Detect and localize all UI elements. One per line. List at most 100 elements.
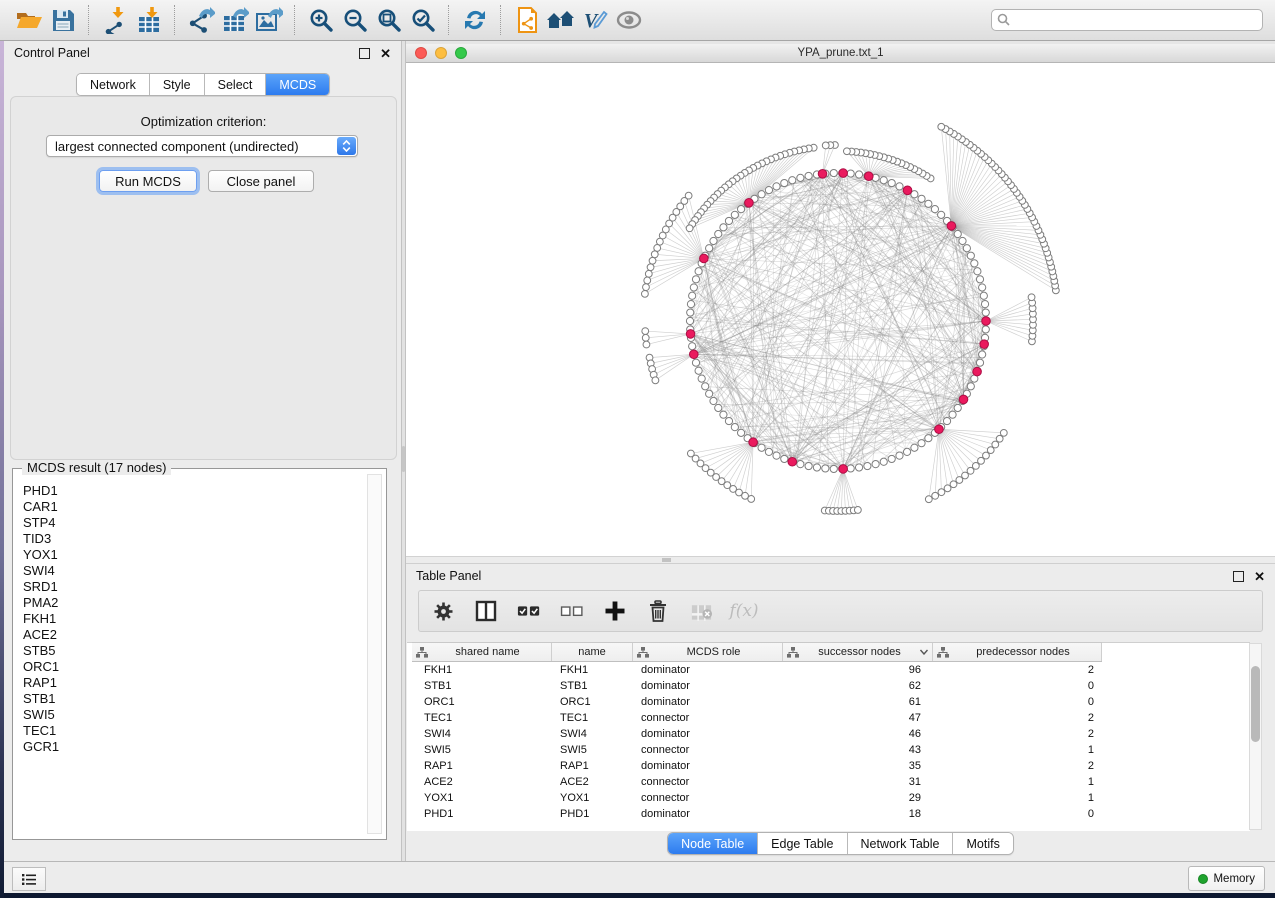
zoom-fit-icon[interactable]	[372, 4, 406, 36]
horizontal-splitter-handle[interactable]	[662, 558, 671, 562]
open-icon[interactable]	[12, 4, 46, 36]
mcds-result-item[interactable]: RAP1	[23, 675, 366, 691]
graph-node[interactable]	[903, 448, 910, 455]
table-row[interactable]: SWI4SWI4dominator462	[412, 726, 1102, 742]
first-neighbors-icon[interactable]	[544, 4, 578, 36]
mcds-result-item[interactable]: STB5	[23, 643, 366, 659]
graph-node[interactable]	[773, 452, 780, 459]
deselect-all-icon[interactable]	[560, 599, 584, 623]
add-column-icon[interactable]	[603, 599, 627, 623]
graph-node[interactable]	[720, 411, 727, 418]
table-tab-network-table[interactable]: Network Table	[848, 833, 954, 854]
graph-node[interactable]	[931, 206, 938, 213]
graph-node[interactable]	[781, 179, 788, 186]
graph-leaf-node[interactable]	[1028, 294, 1035, 301]
horizontal-splitter[interactable]	[406, 556, 1275, 564]
graph-node[interactable]	[967, 383, 974, 390]
graph-node[interactable]	[706, 390, 713, 397]
criterion-dropdown[interactable]: largest connected component (undirected)	[46, 135, 358, 157]
graph-hub-node[interactable]	[864, 172, 873, 181]
graph-node[interactable]	[949, 411, 956, 418]
table-scrollbar[interactable]	[1249, 643, 1262, 830]
graph-node[interactable]	[864, 462, 871, 469]
graph-node[interactable]	[971, 260, 978, 267]
graph-hub-node[interactable]	[935, 425, 944, 434]
table-tab-motifs[interactable]: Motifs	[953, 833, 1012, 854]
graph-node[interactable]	[918, 195, 925, 202]
mcds-result-item[interactable]: SRD1	[23, 579, 366, 595]
graph-node[interactable]	[695, 268, 702, 275]
annotations-icon[interactable]: V	[578, 4, 612, 36]
graph-leaf-node[interactable]	[686, 225, 693, 232]
window-zoom-icon[interactable]	[455, 47, 467, 59]
graph-node[interactable]	[982, 326, 989, 333]
graph-node[interactable]	[896, 183, 903, 190]
graph-node[interactable]	[695, 367, 702, 374]
save-icon[interactable]	[46, 4, 80, 36]
graph-node[interactable]	[689, 292, 696, 299]
graph-node[interactable]	[731, 211, 738, 218]
graph-node[interactable]	[980, 292, 987, 299]
table-row[interactable]: RAP1RAP1dominator352	[412, 758, 1102, 774]
table-tab-node-table[interactable]: Node Table	[668, 833, 758, 854]
graph-node[interactable]	[830, 465, 837, 472]
export-network-icon[interactable]	[184, 4, 218, 36]
graph-node[interactable]	[974, 268, 981, 275]
mcds-result-item[interactable]: STP4	[23, 515, 366, 531]
mcds-result-item[interactable]: TID3	[23, 531, 366, 547]
select-all-icon[interactable]	[517, 599, 541, 623]
graph-node[interactable]	[710, 237, 717, 244]
table-row[interactable]: ACE2ACE2connector311	[412, 774, 1102, 790]
table-row[interactable]: ORC1ORC1dominator610	[412, 694, 1102, 710]
graph-node[interactable]	[781, 455, 788, 462]
graph-leaf-node[interactable]	[925, 496, 932, 503]
task-history-button[interactable]	[12, 867, 46, 891]
delete-icon[interactable]	[646, 599, 670, 623]
graph-leaf-node[interactable]	[642, 328, 649, 335]
graph-leaf-node[interactable]	[843, 148, 850, 155]
show-hide-icon[interactable]	[612, 4, 646, 36]
graph-leaf-node[interactable]	[854, 507, 861, 514]
tab-mcds[interactable]: MCDS	[266, 74, 329, 95]
mcds-result-item[interactable]: STB1	[23, 691, 366, 707]
show-columns-icon[interactable]	[474, 599, 498, 623]
graph-hub-node[interactable]	[788, 457, 797, 466]
table-row[interactable]: STB1STB1dominator620	[412, 678, 1102, 694]
import-table-icon[interactable]	[132, 4, 166, 36]
graph-node[interactable]	[896, 452, 903, 459]
network-window-titlebar[interactable]: YPA_prune.txt_1	[406, 44, 1275, 63]
graph-leaf-node[interactable]	[748, 496, 755, 503]
graph-node[interactable]	[731, 424, 738, 431]
graph-leaf-node[interactable]	[822, 142, 829, 149]
mcds-result-item[interactable]: PHD1	[23, 483, 366, 499]
graph-node[interactable]	[880, 458, 887, 465]
graph-hub-node[interactable]	[839, 465, 848, 474]
graph-node[interactable]	[692, 276, 699, 283]
graph-node[interactable]	[687, 309, 694, 316]
graph-leaf-node[interactable]	[654, 245, 661, 252]
graph-node[interactable]	[954, 404, 961, 411]
graph-node[interactable]	[925, 200, 932, 207]
graph-leaf-node[interactable]	[645, 270, 652, 277]
graph-node[interactable]	[979, 284, 986, 291]
graph-node[interactable]	[797, 461, 804, 468]
memory-button[interactable]: Memory	[1188, 866, 1265, 891]
tab-select[interactable]: Select	[205, 74, 267, 95]
table-scrollbar-thumb[interactable]	[1251, 666, 1260, 742]
graph-node[interactable]	[830, 169, 837, 176]
column-header-shared-name[interactable]: shared name	[412, 643, 552, 661]
table-row[interactable]: SWI5SWI5connector431	[412, 742, 1102, 758]
graph-node[interactable]	[805, 172, 812, 179]
mcds-result-item[interactable]: YOX1	[23, 547, 366, 563]
search-input[interactable]	[991, 9, 1263, 31]
graph-hub-node[interactable]	[973, 367, 982, 376]
graph-hub-node[interactable]	[947, 222, 956, 231]
graph-node[interactable]	[758, 444, 765, 451]
graph-leaf-node[interactable]	[996, 435, 1003, 442]
column-header-name[interactable]: name	[552, 643, 633, 661]
float-table-panel-icon[interactable]	[1233, 571, 1244, 582]
graph-node[interactable]	[686, 317, 693, 324]
graph-node[interactable]	[822, 465, 829, 472]
graph-node[interactable]	[888, 179, 895, 186]
mcds-result-item[interactable]: PMA2	[23, 595, 366, 611]
